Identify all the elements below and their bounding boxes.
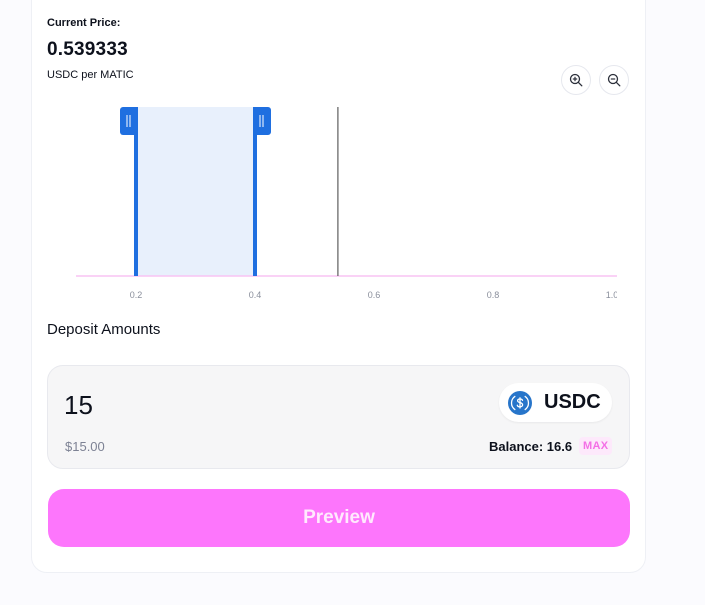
deposit-amount-input[interactable]	[64, 388, 364, 422]
usdc-icon	[508, 390, 532, 415]
deposit-usd-value: $15.00	[65, 439, 105, 454]
x-tick-label: 0.8	[487, 290, 500, 300]
price-range-chart[interactable]: 0.2 0.4 0.6 0.8 1.0	[0, 0, 705, 310]
token-selector[interactable]: USDC	[499, 383, 612, 422]
selected-range-area	[136, 107, 255, 276]
max-button[interactable]: MAX	[579, 437, 613, 455]
x-tick-label: 1.0	[606, 290, 619, 300]
min-price-handle[interactable]	[120, 107, 138, 276]
deposit-amounts-title: Deposit Amounts	[47, 321, 161, 338]
preview-button[interactable]: Preview	[48, 489, 630, 547]
token-symbol: USDC	[544, 391, 601, 413]
x-tick-label: 0.6	[368, 290, 381, 300]
x-tick-label: 0.2	[130, 290, 143, 300]
x-tick-label: 0.4	[249, 290, 262, 300]
token-balance: Balance: 16.6	[489, 439, 573, 454]
max-price-handle[interactable]	[253, 107, 271, 276]
